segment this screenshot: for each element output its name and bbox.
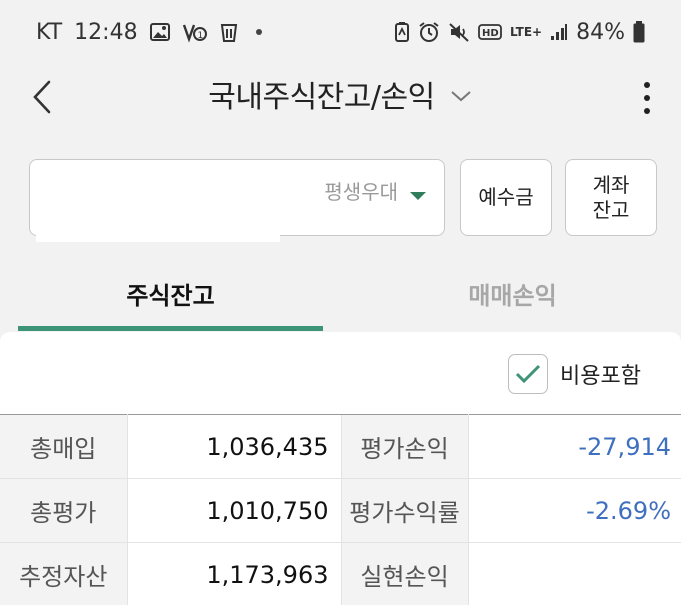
deposit-button[interactable]: 예수금 bbox=[460, 159, 552, 236]
deposit-button-label: 예수금 bbox=[478, 185, 534, 209]
trash-icon bbox=[220, 21, 238, 43]
include-fees-label: 비용포함 bbox=[560, 364, 641, 389]
total-purchase-label: 총매입 bbox=[0, 414, 128, 479]
unrealized-pl-value: -27,914 bbox=[468, 414, 681, 479]
total-purchase-value: 1,036,435 bbox=[127, 414, 341, 479]
estimated-assets-value: 1,173,963 bbox=[127, 542, 341, 605]
account-selector[interactable]: 평생우대 bbox=[29, 159, 445, 236]
chevron-down-icon[interactable] bbox=[449, 84, 473, 108]
svg-text:1: 1 bbox=[197, 31, 203, 41]
app-header: 국내주식잔고/손익 bbox=[0, 64, 681, 130]
include-fees-checkbox[interactable] bbox=[508, 354, 549, 394]
status-left: KT 12:48 1 bbox=[36, 20, 262, 45]
mute-icon bbox=[448, 21, 470, 43]
table-row: 총매입 1,036,435 평가손익 -27,914 bbox=[0, 414, 681, 479]
return-rate-value: -2.69% bbox=[468, 478, 681, 543]
summary-table: 총매입 1,036,435 평가손익 -27,914 총평가 1,010,750… bbox=[0, 414, 681, 605]
battery-icon bbox=[633, 21, 645, 43]
image-icon bbox=[149, 23, 170, 41]
tab-bar: 주식잔고 매매손익 bbox=[0, 254, 681, 332]
tab-trade-profit[interactable]: 매매손익 bbox=[360, 254, 665, 332]
more-dot bbox=[644, 108, 650, 114]
notification-dot bbox=[255, 29, 262, 35]
realized-pl-label: 실현손익 bbox=[340, 542, 469, 605]
svg-text:HD: HD bbox=[482, 28, 499, 39]
hd-icon: HD bbox=[478, 23, 502, 41]
caret-down-icon bbox=[410, 192, 426, 200]
tab-stock-holdings[interactable]: 주식잔고 bbox=[18, 254, 323, 332]
battery-saver-icon bbox=[394, 21, 410, 43]
total-valuation-value: 1,010,750 bbox=[127, 478, 341, 543]
realized-pl-value bbox=[468, 542, 681, 605]
unrealized-pl-label: 평가손익 bbox=[340, 414, 469, 479]
estimated-assets-label: 추정자산 bbox=[0, 542, 128, 605]
table-row: 추정자산 1,173,963 실현손익 bbox=[0, 542, 681, 605]
network-label: LTE+ bbox=[509, 25, 543, 39]
account-balance-label-line2: 잔고 bbox=[592, 197, 630, 222]
alarm-icon bbox=[418, 21, 440, 43]
return-rate-label: 평가수익률 bbox=[340, 478, 469, 543]
redacted-account-number bbox=[36, 230, 280, 242]
account-balance-label-line1: 계좌 bbox=[592, 172, 630, 197]
volte-icon: 1 bbox=[182, 21, 208, 43]
more-dot bbox=[644, 95, 650, 101]
status-right: HD LTE+ 84% bbox=[394, 20, 645, 45]
check-icon bbox=[515, 364, 541, 384]
include-fees-toggle[interactable]: 비용포함 bbox=[508, 354, 641, 394]
total-valuation-label: 총평가 bbox=[0, 478, 128, 543]
account-balance-button-label: 계좌 잔고 bbox=[593, 173, 630, 223]
table-row: 총평가 1,010,750 평가수익률 -2.69% bbox=[0, 478, 681, 543]
signal-icon bbox=[550, 23, 568, 41]
status-bar: KT 12:48 1 HD LTE+ 84% bbox=[0, 0, 681, 64]
page-title[interactable]: 국내주식잔고/손익 bbox=[208, 72, 435, 116]
carrier-label: KT bbox=[36, 19, 63, 45]
account-name: 평생우대 bbox=[324, 180, 398, 204]
title-wrap: 국내주식잔고/손익 bbox=[0, 72, 681, 116]
more-options-button[interactable] bbox=[637, 78, 657, 118]
more-dot bbox=[644, 82, 650, 88]
active-tab-indicator bbox=[18, 326, 323, 331]
account-balance-button[interactable]: 계좌 잔고 bbox=[565, 159, 657, 236]
clock: 12:48 bbox=[74, 19, 138, 45]
battery-percent: 84% bbox=[576, 19, 625, 45]
